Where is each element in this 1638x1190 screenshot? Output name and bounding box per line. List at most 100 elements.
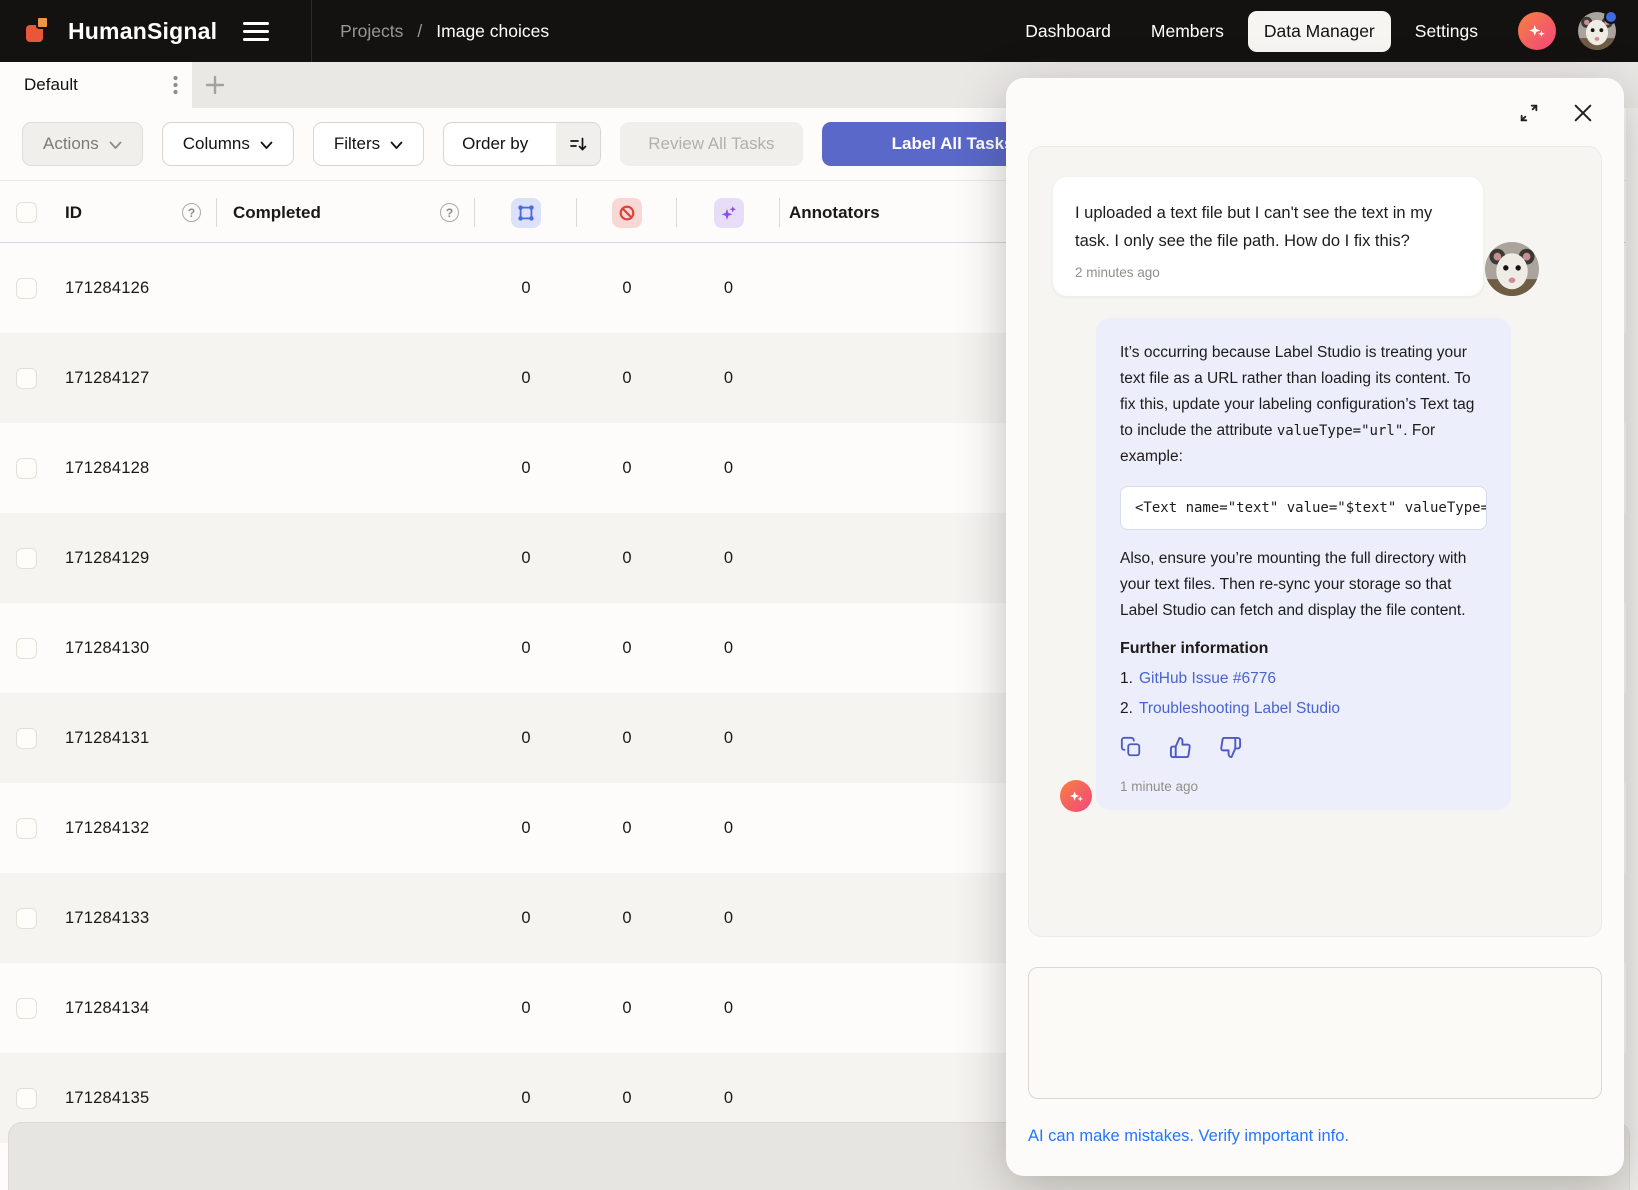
row-checkbox[interactable] [16, 728, 37, 749]
header-annotation-results[interactable] [475, 181, 577, 244]
breadcrumb: Projects / Image choices [340, 21, 549, 42]
row-checkbox[interactable] [16, 818, 37, 839]
user-message-text: I uploaded a text file but I can't see t… [1075, 199, 1461, 255]
ai-assistant-button[interactable] [1518, 12, 1556, 50]
row-checkbox[interactable] [16, 278, 37, 299]
actions-button[interactable]: Actions [22, 122, 143, 166]
ai-message-bubble: It’s occurring because Label Studio is t… [1096, 318, 1511, 810]
sparkles-icon [1527, 21, 1547, 41]
cell-skipped: 0 [577, 819, 677, 838]
thumbs-up-button[interactable] [1169, 736, 1192, 759]
sort-icon [568, 134, 588, 154]
nav-item-members[interactable]: Members [1135, 11, 1240, 52]
cell-annotation-results: 0 [475, 639, 577, 658]
troubleshooting-link[interactable]: Troubleshooting Label Studio [1139, 700, 1340, 718]
thumbs-down-icon [1219, 736, 1242, 759]
top-navbar: HumanSignal Projects / Image choices Das… [0, 0, 1638, 62]
help-icon[interactable]: ? [440, 203, 459, 222]
select-all-checkbox[interactable] [16, 202, 37, 223]
row-checkbox[interactable] [16, 458, 37, 479]
filters-button[interactable]: Filters [313, 122, 424, 166]
cell-annotation-results: 0 [475, 819, 577, 838]
cell-skipped: 0 [577, 729, 677, 748]
copy-button[interactable] [1120, 736, 1142, 759]
kebab-menu-icon[interactable] [173, 75, 178, 95]
row-checkbox-cell [0, 818, 56, 839]
cell-predictions: 0 [677, 819, 780, 838]
cell-predictions: 0 [677, 459, 780, 478]
ai-chat-panel: I uploaded a text file but I can't see t… [1006, 78, 1624, 1176]
user-message-timestamp: 2 minutes ago [1075, 265, 1461, 280]
cell-skipped: 0 [577, 639, 677, 658]
tab-default[interactable]: Default [0, 62, 192, 108]
cell-annotation-results: 0 [475, 729, 577, 748]
cell-skipped: 0 [577, 369, 677, 388]
cell-skipped: 0 [577, 549, 677, 568]
nav-links: Dashboard Members Data Manager Settings [1009, 11, 1638, 52]
columns-button[interactable]: Columns [162, 122, 294, 166]
further-information-heading: Further information [1120, 640, 1487, 658]
cell-task-id: 171284135 [56, 1089, 217, 1108]
order-by-label[interactable]: Order by [444, 134, 546, 154]
row-checkbox-cell [0, 548, 56, 569]
skipped-icon [612, 198, 642, 228]
nav-item-settings[interactable]: Settings [1399, 11, 1494, 52]
brand-name: HumanSignal [68, 18, 217, 45]
link-number: 2. [1120, 700, 1133, 718]
cell-skipped: 0 [577, 279, 677, 298]
code-block[interactable]: <Text name="text" value="$text" valueTyp… [1120, 486, 1487, 530]
cell-skipped: 0 [577, 999, 677, 1018]
cell-skipped: 0 [577, 459, 677, 478]
chat-messages: I uploaded a text file but I can't see t… [1028, 146, 1602, 937]
github-issue-link[interactable]: GitHub Issue #6776 [1139, 670, 1276, 688]
row-checkbox[interactable] [16, 908, 37, 929]
ai-message-timestamp: 1 minute ago [1120, 779, 1487, 794]
user-message-bubble: I uploaded a text file but I can't see t… [1053, 177, 1483, 296]
inline-code: valueType="url" [1277, 423, 1403, 439]
cell-task-id: 171284130 [56, 639, 217, 658]
reference-link-1: 1. GitHub Issue #6776 [1120, 670, 1487, 688]
help-icon[interactable]: ? [182, 203, 201, 222]
close-button[interactable] [1572, 102, 1594, 124]
thumbs-down-button[interactable] [1219, 736, 1242, 759]
cell-predictions: 0 [677, 369, 780, 388]
cell-task-id: 171284131 [56, 729, 217, 748]
hamburger-menu-icon[interactable] [243, 11, 287, 51]
chat-panel-controls [1028, 98, 1602, 124]
brand: HumanSignal [0, 16, 217, 46]
ai-paragraph-2: Also, ensure you’re mounting the full di… [1120, 546, 1487, 624]
humansignal-logo-icon [26, 16, 56, 46]
order-by-button[interactable]: Order by [443, 122, 601, 166]
close-icon [1572, 102, 1594, 124]
nav-item-data-manager[interactable]: Data Manager [1248, 11, 1391, 52]
add-tab-button[interactable] [192, 62, 238, 108]
review-all-tasks-button[interactable]: Review All Tasks [620, 122, 802, 166]
cell-task-id: 171284128 [56, 459, 217, 478]
cell-annotation-results: 0 [475, 909, 577, 928]
breadcrumb-projects[interactable]: Projects [340, 21, 403, 42]
row-checkbox[interactable] [16, 368, 37, 389]
header-skipped[interactable] [577, 181, 677, 244]
sparkles-icon [1068, 788, 1085, 805]
cell-predictions: 0 [677, 1089, 780, 1108]
header-id[interactable]: ID ? [56, 181, 217, 244]
nav-item-dashboard[interactable]: Dashboard [1009, 11, 1127, 52]
row-checkbox[interactable] [16, 638, 37, 659]
chat-input[interactable] [1028, 967, 1602, 1099]
header-completed[interactable]: Completed ? [217, 181, 475, 244]
cell-task-id: 171284126 [56, 279, 217, 298]
expand-button[interactable] [1518, 102, 1540, 124]
row-checkbox-cell [0, 1088, 56, 1109]
user-avatar[interactable] [1578, 12, 1616, 50]
row-checkbox-cell [0, 458, 56, 479]
annotation-results-icon [511, 198, 541, 228]
row-checkbox[interactable] [16, 1088, 37, 1109]
row-checkbox[interactable] [16, 548, 37, 569]
sort-direction-button[interactable] [556, 122, 600, 166]
cell-task-id: 171284132 [56, 819, 217, 838]
ai-message: It’s occurring because Label Studio is t… [1096, 318, 1511, 810]
user-message: I uploaded a text file but I can't see t… [1053, 177, 1483, 296]
row-checkbox-cell [0, 998, 56, 1019]
row-checkbox[interactable] [16, 998, 37, 1019]
header-predictions[interactable] [677, 181, 780, 244]
